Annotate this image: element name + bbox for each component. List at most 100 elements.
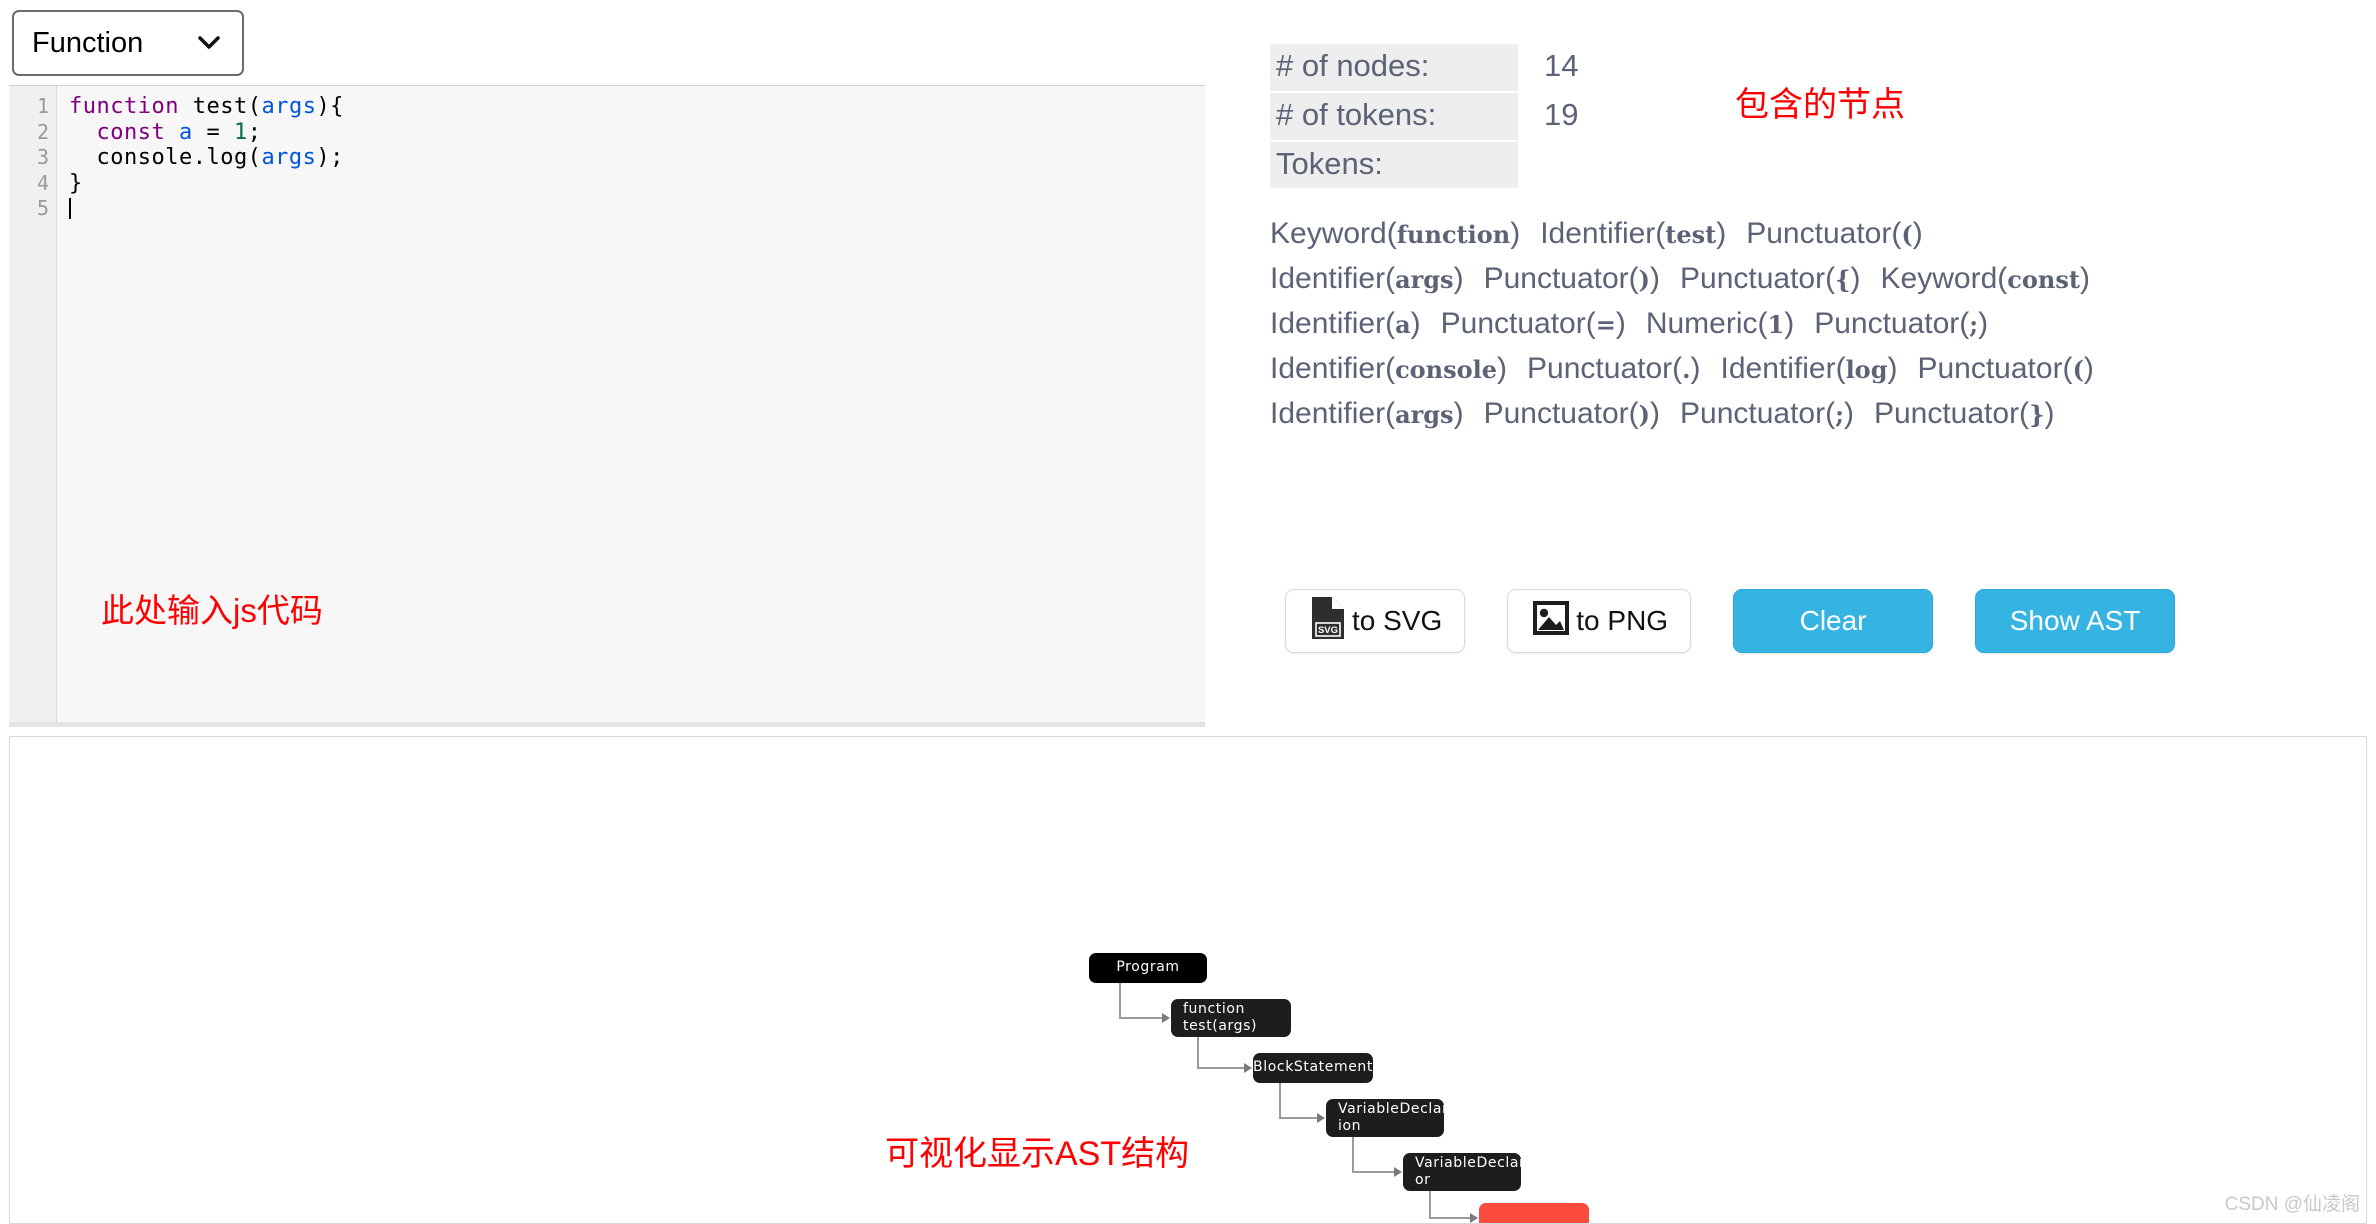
- token-paren: ): [1650, 397, 1661, 430]
- token-paren: ): [1784, 307, 1795, 340]
- token-value: test: [1665, 220, 1717, 249]
- token-paren: ): [1887, 352, 1898, 385]
- to-svg-button[interactable]: SVG to SVG: [1285, 589, 1466, 653]
- ast-edge: [1119, 983, 1121, 1018]
- token-type: Punctuator(: [1483, 262, 1639, 295]
- code-line: const a = 1;: [96, 119, 262, 145]
- ast-node[interactable]: VariableDeclarat or: [1403, 1153, 1540, 1191]
- token-type: Punctuator(: [1680, 262, 1836, 295]
- action-button-row: SVG to SVG to PNG Clear Show AST: [1285, 589, 2176, 653]
- token-value: args: [1395, 265, 1454, 294]
- token-type: Punctuator(: [1917, 352, 2073, 385]
- token-value: console: [1395, 355, 1498, 384]
- mode-select-wrapper[interactable]: Function: [12, 10, 244, 76]
- line-number: 5: [36, 196, 49, 220]
- ast-edge-arrow-icon: [1470, 1213, 1478, 1223]
- token-type: Punctuator(: [1440, 307, 1596, 340]
- ast-edge: [1279, 1083, 1281, 1118]
- token-value: }: [2029, 400, 2045, 429]
- token-row: Identifier(args) Punctuator()) Punctuator(…: [1270, 392, 2370, 437]
- ast-edge: [1352, 1171, 1395, 1173]
- svg-file-icon: SVG: [1308, 595, 1348, 648]
- token-paren: ): [1843, 397, 1854, 430]
- image-file-icon: [1530, 597, 1572, 646]
- ast-edge-arrow-icon: [1162, 1013, 1170, 1023]
- ast-edge: [1279, 1117, 1318, 1119]
- token-item: Punctuator((): [1746, 217, 1922, 250]
- token-item: Punctuator()): [1484, 397, 1660, 430]
- token-row: Keyword(function) Identifier(test) Punctua…: [1270, 212, 2370, 257]
- token-item: Punctuator(=): [1441, 307, 1626, 340]
- show-ast-button[interactable]: Show AST: [1975, 589, 2176, 653]
- code-line: }: [69, 170, 83, 196]
- token-paren: ): [2083, 352, 2094, 385]
- token-item: Punctuator(}): [1874, 397, 2055, 430]
- ast-node[interactable]: [1479, 1203, 1589, 1223]
- token-value: (: [2072, 355, 2084, 384]
- token-type: Punctuator(: [1483, 397, 1639, 430]
- token-paren: ): [1978, 307, 1989, 340]
- token-paren: ): [1453, 397, 1464, 430]
- line-number: 3: [36, 145, 49, 169]
- to-png-label: to PNG: [1576, 605, 1669, 636]
- token-type: Punctuator(: [1746, 217, 1902, 250]
- token-item: Punctuator({): [1680, 262, 1861, 295]
- token-type: Identifier(: [1270, 397, 1396, 430]
- editor-bottom-rule: [9, 722, 1205, 727]
- clear-button[interactable]: Clear: [1733, 589, 1934, 653]
- token-paren: ): [1497, 352, 1508, 385]
- token-paren: ): [1453, 262, 1464, 295]
- ast-edge: [1429, 1191, 1431, 1218]
- ast-edge-arrow-icon: [1394, 1167, 1402, 1177]
- nodes-count-label: # of nodes:: [1270, 44, 1518, 91]
- token-row: Identifier(a) Punctuator(=) Numeric(1) Punc…: [1270, 302, 2370, 347]
- token-value: ): [1638, 400, 1651, 429]
- token-paren: ): [2044, 397, 2055, 430]
- token-item: Identifier(test): [1540, 217, 1726, 250]
- line-number: 2: [36, 119, 49, 144]
- code-editor[interactable]: 1 2 3 4 5 function test(args){ const a =…: [9, 85, 1205, 725]
- token-value: const: [2007, 265, 2080, 294]
- token-value: (: [1901, 220, 1913, 249]
- ast-node[interactable]: function test(args): [1171, 999, 1291, 1037]
- token-value: ;: [1969, 310, 1979, 339]
- clear-label: Clear: [1799, 605, 1867, 636]
- code-line: console.log(args);: [69, 145, 344, 170]
- token-type: Identifier(: [1270, 262, 1396, 295]
- ast-edge: [1197, 1037, 1199, 1068]
- token-paren: ): [1690, 352, 1701, 385]
- csdn-watermark: CSDN @仙凌阁: [2224, 1194, 2360, 1215]
- ast-node[interactable]: Program: [1089, 953, 1207, 983]
- token-item: Keyword(const): [1881, 262, 2090, 295]
- ast-node[interactable]: BlockStatement: [1253, 1053, 1373, 1083]
- ast-node[interactable]: VariableDeclarat ion: [1326, 1099, 1463, 1137]
- tokens-list-label: Tokens:: [1270, 141, 1518, 189]
- token-type: Identifier(: [1540, 217, 1666, 250]
- mode-select[interactable]: Function: [12, 10, 244, 76]
- line-number: 4: [36, 170, 49, 195]
- token-paren: ): [1716, 217, 1727, 250]
- token-type: Punctuator(: [1814, 307, 1970, 340]
- ast-edge: [1197, 1067, 1245, 1069]
- token-type: Keyword(: [1270, 217, 1397, 250]
- ast-edge: [1119, 1017, 1163, 1019]
- ast-edge-arrow-icon: [1244, 1063, 1252, 1073]
- to-png-button[interactable]: to PNG: [1507, 589, 1692, 653]
- token-paren: ): [1850, 262, 1861, 295]
- token-row: Identifier(args) Punctuator()) Punctuator(…: [1270, 257, 2370, 302]
- token-paren: ): [1650, 262, 1661, 295]
- token-item: Identifier(a): [1270, 307, 1421, 340]
- ast-annotation: 可视化显示AST结构: [885, 1135, 1190, 1173]
- chevron-down-icon: [198, 32, 220, 54]
- code-text-area[interactable]: function test(args){ const a = 1; consol…: [57, 86, 1205, 725]
- token-type: Punctuator(: [1873, 397, 2030, 430]
- svg-text:SVG: SVG: [1318, 625, 1338, 636]
- token-value: =: [1595, 310, 1616, 339]
- editor-annotation: 此处输入js代码: [101, 592, 323, 629]
- nodes-count-value: 14: [1544, 48, 1579, 83]
- token-row: Identifier(console) Punctuator(.) Identifi…: [1270, 347, 2370, 392]
- code-line-cursor: [69, 196, 1205, 222]
- token-item: Punctuator((): [1917, 352, 2093, 385]
- tokens-count-value: 19: [1544, 96, 1579, 132]
- tokens-count-label: # of tokens:: [1270, 92, 1518, 140]
